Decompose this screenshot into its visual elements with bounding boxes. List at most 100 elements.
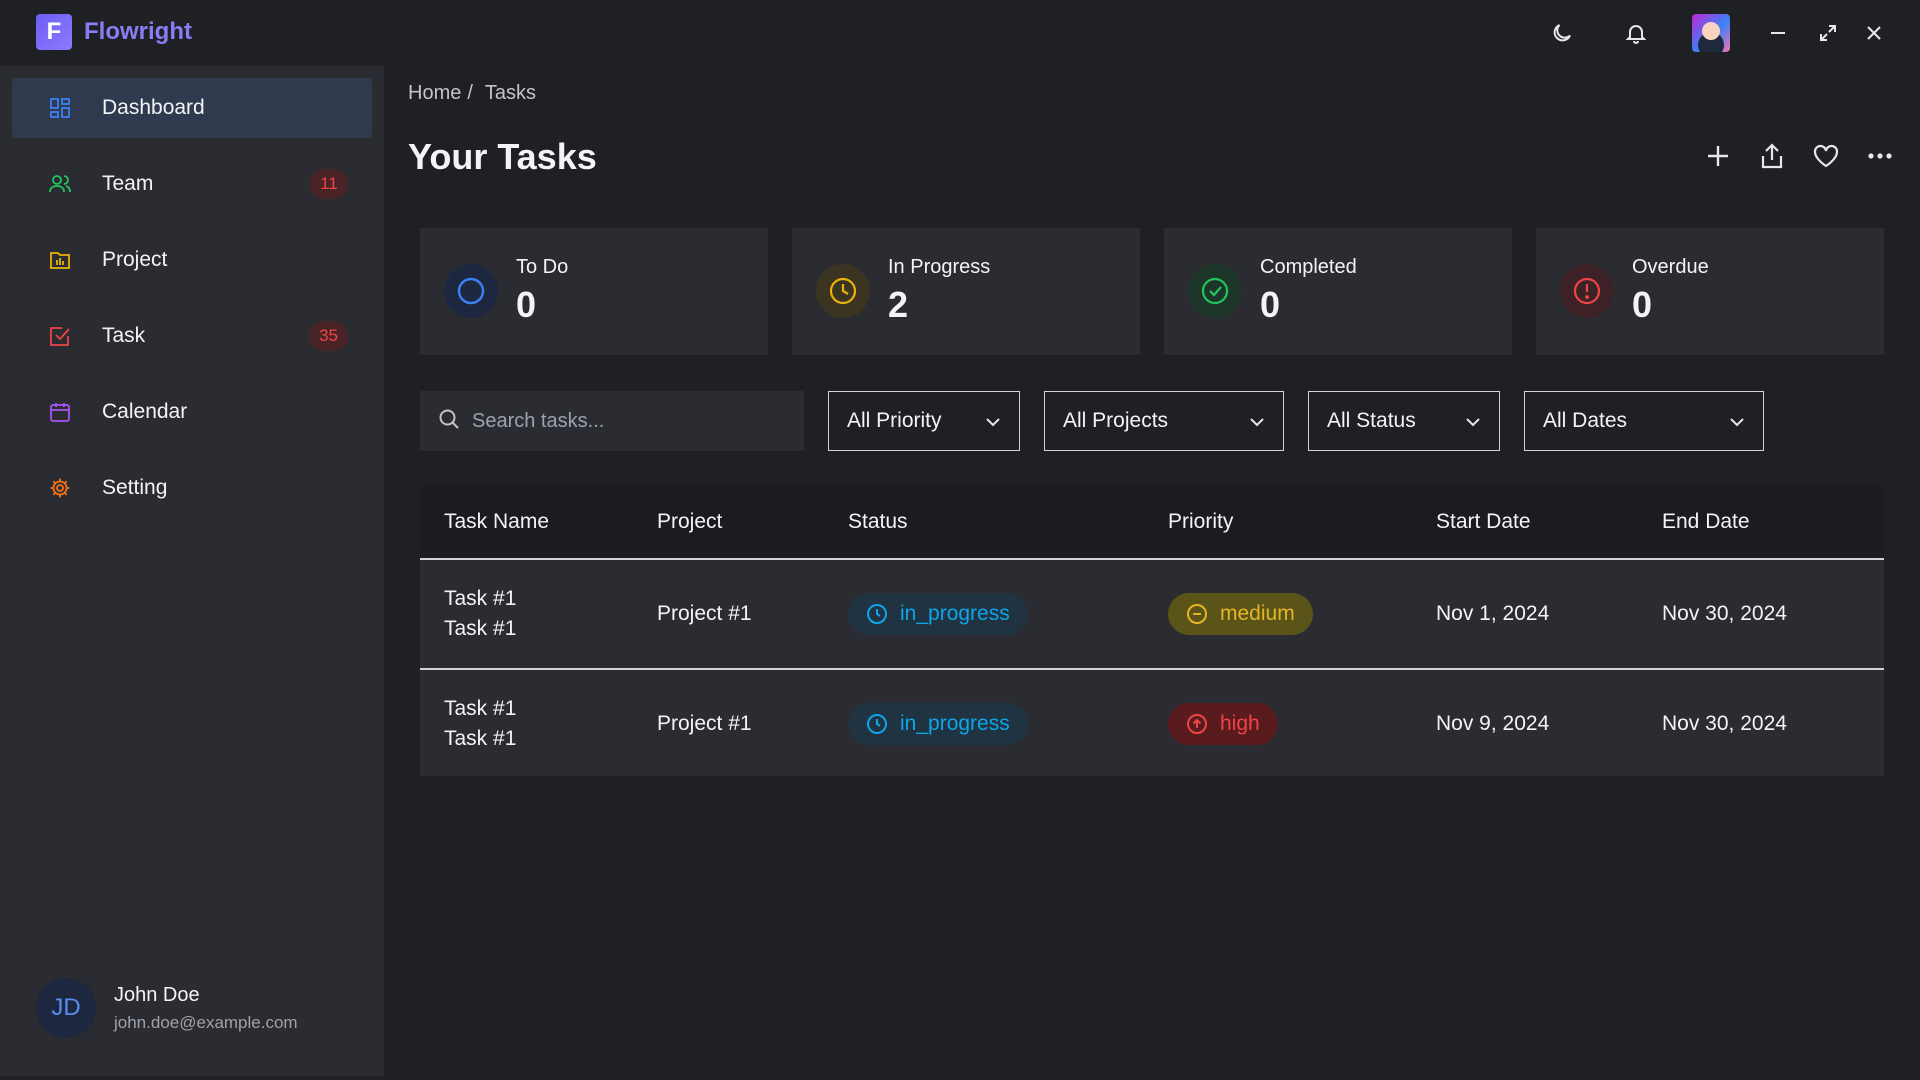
minus-circle-icon <box>1186 603 1208 625</box>
breadcrumb-current: Tasks <box>484 82 537 104</box>
sidebar-item-label: Setting <box>102 476 168 499</box>
priority-badge: medium <box>1168 593 1313 635</box>
column-header-start-date[interactable]: Start Date <box>1436 510 1531 534</box>
breadcrumb-separator: / <box>467 82 473 104</box>
share-icon[interactable] <box>1756 140 1788 172</box>
status-text: in_progress <box>900 602 1010 625</box>
dashboard-icon <box>48 96 72 120</box>
sidebar-item-calendar[interactable]: Calendar <box>12 382 372 442</box>
heart-icon[interactable] <box>1810 140 1842 172</box>
priority-text: medium <box>1220 602 1295 625</box>
column-header-status[interactable]: Status <box>848 510 908 534</box>
page-actions <box>1680 140 1896 172</box>
avatar[interactable] <box>1692 14 1730 52</box>
profile-name: John Doe <box>114 983 200 1006</box>
team-count-badge: 11 <box>310 169 348 199</box>
clock-icon <box>866 603 888 625</box>
task-name-cell: Task #1 Task #1 <box>444 584 516 644</box>
priority-badge: high <box>1168 703 1278 745</box>
search-icon <box>438 408 460 435</box>
sidebar-item-label: Calendar <box>102 400 188 423</box>
profile-avatar: JD <box>36 978 96 1038</box>
task-check-icon <box>48 324 72 348</box>
stat-value: 2 <box>888 284 909 325</box>
sidebar-item-project[interactable]: Project <box>12 230 372 290</box>
table-row[interactable]: Task #1 Task #1 Project #1 in_progress m… <box>420 560 1884 668</box>
user-profile[interactable]: JD John Doe john.doe@example.com <box>36 978 298 1038</box>
title-bar-controls <box>1548 0 1920 66</box>
stats-row: To Do 0 In Progress 2 Completed 0 Overdu… <box>420 228 1884 355</box>
sidebar-item-label: Dashboard <box>102 96 205 119</box>
profile-email: john.doe@example.com <box>114 1012 298 1032</box>
maximize-icon[interactable] <box>1814 19 1842 47</box>
sidebar-item-team[interactable]: Team 11 <box>12 154 372 214</box>
moon-icon[interactable] <box>1548 19 1576 47</box>
tasks-table: Task Name Project Status Priority Start … <box>420 486 1884 776</box>
bell-icon[interactable] <box>1622 19 1650 47</box>
stat-label: Completed <box>1260 256 1357 278</box>
profile-info: John Doe john.doe@example.com <box>114 984 298 1033</box>
calendar-icon <box>48 400 72 424</box>
app-name: Flowright <box>84 18 192 45</box>
stat-card-in-progress: In Progress 2 <box>792 228 1140 355</box>
table-header: Task Name Project Status Priority Start … <box>420 486 1884 560</box>
sidebar-item-label: Team <box>102 172 154 195</box>
sidebar-item-dashboard[interactable]: Dashboard <box>12 78 372 138</box>
end-date-cell: Nov 30, 2024 <box>1662 602 1787 625</box>
start-date-cell: Nov 1, 2024 <box>1436 602 1550 625</box>
stat-card-overdue: Overdue 0 <box>1536 228 1884 355</box>
search-input[interactable] <box>472 409 792 433</box>
status-select[interactable]: All Status <box>1308 391 1500 451</box>
task-name-line: Task #1 <box>444 697 517 720</box>
stat-card-completed: Completed 0 <box>1164 228 1512 355</box>
folder-icon <box>48 248 72 272</box>
stat-label: Overdue <box>1632 256 1709 278</box>
more-icon[interactable] <box>1864 140 1896 172</box>
start-date-cell: Nov 9, 2024 <box>1436 712 1550 735</box>
project-cell: Project #1 <box>657 602 752 625</box>
task-name-line: Task #1 <box>444 587 517 610</box>
sidebar-item-label: Project <box>102 248 168 271</box>
stat-value: 0 <box>516 284 537 325</box>
column-header-priority[interactable]: Priority <box>1168 510 1233 534</box>
select-value: All Projects <box>1063 409 1169 432</box>
app-window: F Flowright Dashboard Team 11 Project Ta… <box>0 0 1920 1080</box>
status-badge: in_progress <box>848 703 1028 745</box>
column-header-project[interactable]: Project <box>657 510 722 534</box>
column-header-task-name[interactable]: Task Name <box>444 510 549 534</box>
plus-icon[interactable] <box>1702 140 1734 172</box>
alert-circle-icon <box>1560 264 1614 318</box>
clock-icon <box>816 264 870 318</box>
task-name-line: Task #1 <box>444 727 517 750</box>
priority-select[interactable]: All Priority <box>828 391 1020 451</box>
select-value: All Priority <box>847 409 942 432</box>
page-title: Your Tasks <box>408 136 597 177</box>
team-icon <box>48 172 72 196</box>
date-select[interactable]: All Dates <box>1524 391 1764 451</box>
column-header-end-date[interactable]: End Date <box>1662 510 1750 534</box>
table-row[interactable]: Task #1 Task #1 Project #1 in_progress h… <box>420 668 1884 776</box>
sidebar-item-task[interactable]: Task 35 <box>12 306 372 366</box>
app-logo[interactable]: F Flowright <box>36 14 192 50</box>
select-value: All Dates <box>1543 409 1628 432</box>
chevron-down-icon <box>1249 409 1265 433</box>
title-bar: F Flowright <box>0 0 1920 66</box>
breadcrumb-home[interactable]: Home <box>408 82 461 105</box>
arrow-up-circle-icon <box>1186 713 1208 735</box>
stat-label: In Progress <box>888 256 991 278</box>
priority-text: high <box>1220 712 1260 735</box>
chevron-down-icon <box>1729 409 1745 433</box>
breadcrumb: Home / Tasks <box>408 82 536 105</box>
close-icon[interactable] <box>1860 19 1888 47</box>
sidebar-item-label: Task <box>102 324 146 347</box>
sidebar-item-setting[interactable]: Setting <box>12 458 372 518</box>
check-circle-icon <box>1188 264 1242 318</box>
task-name-line: Task #1 <box>444 617 517 640</box>
minimize-icon[interactable] <box>1764 19 1792 47</box>
clock-icon <box>866 713 888 735</box>
project-select[interactable]: All Projects <box>1044 391 1284 451</box>
stat-label: To Do <box>516 256 569 278</box>
status-text: in_progress <box>900 712 1010 735</box>
chevron-down-icon <box>985 409 1001 433</box>
task-name-cell: Task #1 Task #1 <box>444 694 516 754</box>
